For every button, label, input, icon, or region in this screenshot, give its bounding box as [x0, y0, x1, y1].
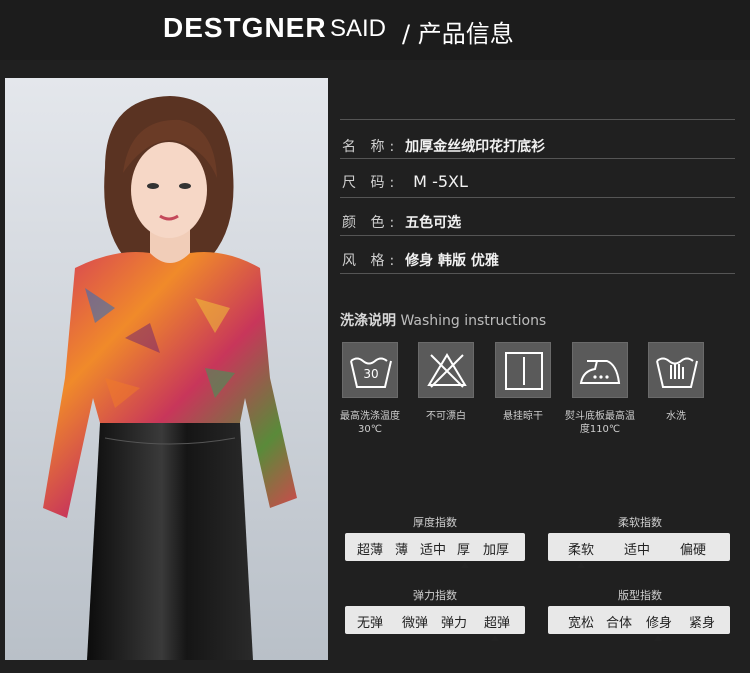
info-value: 加厚金丝绒印花打底衫 — [405, 139, 546, 155]
brand-name: DESTGNER — [163, 12, 327, 43]
elasticity-option: 弹力 — [441, 616, 468, 631]
softness-marker — [577, 562, 585, 568]
divider — [340, 158, 735, 159]
product-photo — [5, 78, 328, 660]
info-row-size: 尺 码: M -5XL — [342, 172, 468, 192]
elasticity-option: 超弹 — [484, 616, 511, 631]
iron-icon — [572, 342, 628, 398]
divider — [340, 197, 735, 198]
info-key: 尺 码: — [342, 175, 400, 191]
wash-label: 水洗 — [666, 411, 686, 422]
elasticity-option: 微弹 — [402, 616, 429, 631]
elasticity-title: 弹力指数 — [413, 589, 457, 602]
info-value: 五色可选 — [405, 215, 462, 231]
hang-dry-icon — [495, 342, 551, 398]
info-value: 修身 韩版 优雅 — [405, 253, 499, 269]
washing-title: 洗涤说明 Washing instructions — [340, 310, 546, 330]
model-illustration — [5, 78, 328, 660]
washing-title-en: Washing instructions — [400, 313, 547, 329]
info-row-style: 风 格: 修身 韩版 优雅 — [342, 250, 499, 270]
hand-wash-icon — [648, 342, 704, 398]
thickness-option: 薄 — [395, 543, 409, 558]
wash-label: 悬挂晾干 — [503, 411, 543, 422]
divider — [340, 119, 735, 120]
brand-said: SAID — [330, 15, 387, 42]
no-bleach-icon — [418, 342, 474, 398]
info-key: 颜 色: — [342, 215, 400, 231]
softness-title: 柔软指数 — [618, 516, 662, 529]
elasticity-option: 无弹 — [357, 616, 384, 631]
section-title: / 产品信息 — [402, 20, 514, 48]
washing-title-cn: 洗涤说明 — [340, 313, 396, 329]
fit-scale: 宽松 合体 修身 紧身 — [548, 606, 730, 634]
softness-scale: 柔软 适中 偏硬 — [548, 533, 730, 561]
wash-label: 熨斗底板最高温度110℃ — [565, 411, 635, 435]
thickness-scale: 超薄 薄 适中 厚 加厚 — [345, 533, 525, 561]
divider — [340, 273, 735, 274]
elasticity-scale: 无弹 微弹 弹力 超弹 — [345, 606, 525, 634]
fit-option: 修身 — [646, 616, 673, 631]
wash-temp: 30 — [363, 367, 379, 381]
info-row-color: 颜 色: 五色可选 — [342, 212, 461, 232]
fit-option: 紧身 — [689, 616, 716, 631]
wash-label: 不可漂白 — [426, 411, 466, 422]
thickness-marker — [461, 562, 469, 568]
fit-title: 版型指数 — [618, 589, 662, 602]
softness-option: 柔软 — [568, 543, 595, 558]
info-key: 风 格: — [342, 253, 400, 269]
divider — [340, 235, 735, 236]
info-value: M -5XL — [413, 172, 468, 191]
thickness-option: 超薄 — [357, 543, 384, 558]
elasticity-marker — [491, 635, 499, 641]
thickness-option: 加厚 — [483, 543, 510, 558]
fit-marker — [654, 635, 662, 641]
thickness-option: 适中 — [420, 543, 447, 558]
thickness-option: 厚 — [457, 543, 471, 558]
header-bar: DESTGNER SAID / 产品信息 — [0, 0, 750, 60]
wash-label: 最高洗涤温度30℃ — [340, 411, 400, 435]
softness-option: 适中 — [624, 543, 651, 558]
fit-option: 宽松 — [568, 616, 595, 631]
info-row-name: 名 称: 加厚金丝绒印花打底衫 — [342, 136, 545, 156]
softness-option: 偏硬 — [680, 543, 707, 558]
fit-option: 合体 — [606, 616, 633, 631]
info-key: 名 称: — [342, 139, 400, 155]
thickness-title: 厚度指数 — [413, 516, 457, 529]
wash-30-icon: 30 — [342, 342, 398, 398]
